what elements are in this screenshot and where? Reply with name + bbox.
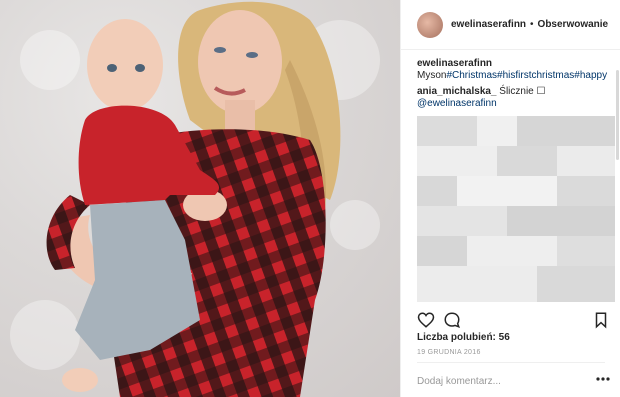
photo-illustration — [46, 1, 341, 397]
comment-text: Ślicznie ☐ — [499, 86, 546, 97]
instagram-post: ewelinaserafinn • Obserwowanie ewelinase… — [0, 0, 620, 397]
post-photo[interactable] — [0, 0, 400, 397]
hashtag-hisfirstchristmas[interactable]: #hisfirstchristmas — [497, 70, 574, 81]
avatar[interactable] — [417, 11, 443, 38]
add-comment-input[interactable]: Dodaj komentarz... — [417, 376, 501, 387]
action-bar — [417, 309, 613, 331]
post-side-panel: ewelinaserafinn • Obserwowanie ewelinase… — [400, 0, 620, 397]
more-options-icon[interactable] — [596, 375, 610, 383]
header-username[interactable]: ewelinaserafinn — [451, 19, 526, 30]
comments-list: ewelinaserafinn Myson#Christmas#hisfirst… — [417, 58, 617, 110]
hashtag-christmas[interactable]: #Christmas — [446, 70, 497, 81]
hashtag-happy[interactable]: #happy — [574, 70, 607, 81]
likes-count[interactable]: Liczba polubień: 56 — [417, 332, 510, 343]
follow-status-button[interactable]: Obserwowanie — [538, 19, 609, 30]
caption: ewelinaserafinn Myson#Christmas#hisfirst… — [417, 58, 617, 82]
divider — [417, 362, 605, 363]
comment-mention[interactable]: @ewelinaserafinn — [417, 98, 497, 109]
comment-icon[interactable] — [443, 311, 461, 329]
header-separator: • — [530, 19, 534, 30]
comment-username[interactable]: ania_michalska_ — [417, 86, 497, 97]
bookmark-icon[interactable] — [593, 311, 609, 329]
post-date: 19 GRUDNIA 2016 — [417, 349, 481, 356]
caption-text: Myson — [417, 70, 447, 81]
blurred-comments-region — [417, 116, 615, 302]
heart-icon[interactable] — [417, 311, 435, 329]
comment-item: ania_michalska_ Ślicznie ☐ @ewelinaseraf… — [417, 86, 617, 110]
caption-username[interactable]: ewelinaserafinn — [417, 58, 492, 69]
post-header: ewelinaserafinn • Obserwowanie — [401, 0, 620, 50]
